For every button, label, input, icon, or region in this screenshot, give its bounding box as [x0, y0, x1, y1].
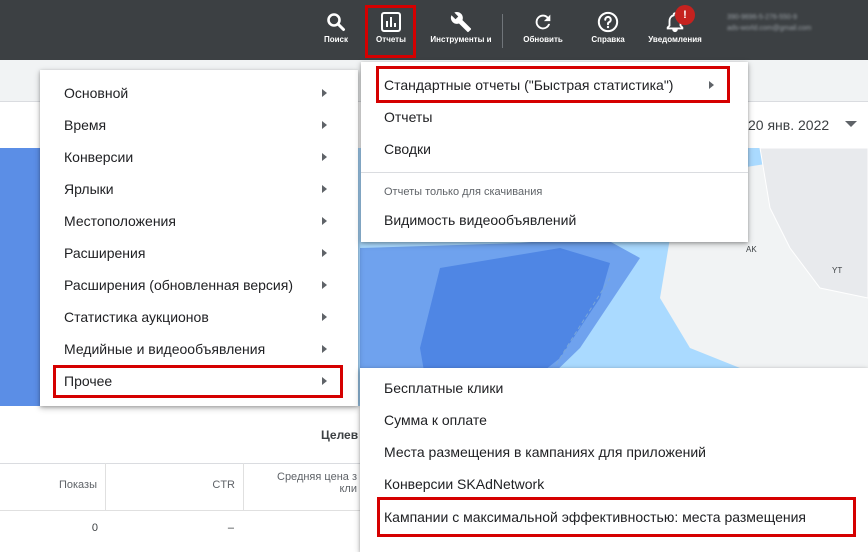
menu-item-time[interactable]: Время	[40, 109, 358, 141]
header-impressions[interactable]: Показы	[0, 463, 106, 510]
tools-button[interactable]: Инструменты и	[430, 0, 492, 60]
account-email: ads-world.com@gmail.com	[727, 25, 812, 32]
report-categories-menu: Основной Время Конверсии Ярлыки Местопол…	[40, 70, 358, 406]
help-icon	[594, 9, 622, 35]
header-ctr[interactable]: CTR	[106, 463, 244, 510]
menu-item-app-placements[interactable]: Места размещения в кампаниях для приложе…	[360, 436, 868, 468]
date-range-text[interactable]: 20 янв. 2022	[748, 117, 829, 133]
cell-impressions: 0	[91, 522, 98, 534]
account-id: 390-9696-5-276-550-9	[727, 14, 798, 21]
menu-item-skadnetwork[interactable]: Конверсии SKAdNetwork	[360, 468, 868, 500]
other-highlight	[53, 365, 343, 398]
menu-item-label: Места размещения в кампаниях для приложе…	[384, 444, 706, 460]
menu-divider	[361, 172, 748, 173]
help-label: Справка	[591, 35, 625, 44]
menu-item-label: Сумма к оплате	[384, 412, 487, 428]
search-button[interactable]: Поиск	[321, 0, 351, 60]
menu-item-auction-insights[interactable]: Статистика аукционов	[40, 301, 358, 333]
chevron-right-icon	[322, 121, 327, 129]
column-group-title: Целев	[321, 428, 359, 442]
menu-item-label: Медийные и видеообъявления	[64, 341, 266, 357]
help-button[interactable]: Справка	[588, 0, 628, 60]
refresh-icon	[529, 9, 557, 35]
refresh-button[interactable]: Обновить	[521, 0, 565, 60]
tools-label: Инструменты и	[430, 35, 492, 44]
chevron-right-icon	[322, 185, 327, 193]
menu-item-label: Время	[64, 117, 107, 133]
menu-item-amount-due[interactable]: Сумма к оплате	[360, 404, 868, 436]
menu-item-label: Статистика аукционов	[64, 309, 209, 325]
notification-badge: !	[675, 5, 695, 25]
toolbar-divider	[502, 14, 503, 48]
notifications-button[interactable]: Уведомления	[646, 0, 704, 60]
header-avg-cpc-line2: кли	[339, 483, 358, 495]
menu-item-basic[interactable]: Основной	[40, 77, 358, 109]
menu-item-extensions-new[interactable]: Расширения (обновленная версия)	[40, 269, 358, 301]
menu-item-display-video[interactable]: Медийные и видеообъявления	[40, 333, 358, 365]
menu-item-label: Конверсии	[64, 149, 134, 165]
menu-item-label: Бесплатные клики	[384, 380, 504, 396]
menu-item-label: Местоположения	[64, 213, 176, 229]
chevron-right-icon	[322, 217, 327, 225]
menu-item-label: Видимость видеообъявлений	[384, 212, 577, 228]
download-only-header: Отчеты только для скачивания	[384, 186, 543, 198]
menu-item-locations[interactable]: Местоположения	[40, 205, 358, 237]
menu-item-reports[interactable]: Отчеты	[361, 101, 748, 133]
cell-ctr: –	[227, 522, 234, 534]
account-info[interactable]: 390-9696-5-276-550-9 ads-world.com@gmail…	[727, 12, 868, 34]
menu-item-summaries[interactable]: Сводки	[361, 133, 748, 165]
search-label: Поиск	[323, 35, 348, 44]
chevron-right-icon	[322, 281, 327, 289]
reports-highlight	[365, 5, 416, 58]
map-label-ak: AK	[746, 245, 757, 254]
standard-reports-highlight	[376, 66, 730, 103]
menu-item-label: Отчеты	[384, 109, 433, 125]
menu-item-label: Расширения	[64, 245, 146, 261]
top-bar: Поиск Отчеты Инструменты и Обновить Спра…	[0, 0, 868, 60]
menu-item-free-clicks[interactable]: Бесплатные клики	[360, 372, 868, 404]
search-icon	[322, 9, 350, 35]
menu-item-conversions[interactable]: Конверсии	[40, 141, 358, 173]
chevron-right-icon	[322, 153, 327, 161]
pmax-placements-highlight	[377, 497, 856, 537]
menu-item-label: Основной	[64, 85, 129, 101]
map-label-yt: YT	[832, 266, 843, 275]
menu-item-extensions[interactable]: Расширения	[40, 237, 358, 269]
menu-item-label: Конверсии SKAdNetwork	[384, 476, 545, 492]
header-avg-cpc-line1: Средняя цена з	[277, 471, 357, 483]
chevron-right-icon	[322, 345, 327, 353]
header-avg-cpc[interactable]: Средняя цена з кли	[244, 463, 364, 510]
chevron-right-icon	[322, 313, 327, 321]
menu-item-video-visibility[interactable]: Видимость видеообъявлений	[361, 204, 748, 236]
chevron-right-icon	[322, 89, 327, 97]
wrench-icon	[447, 9, 475, 35]
notifications-label: Уведомления	[648, 35, 702, 44]
refresh-label: Обновить	[523, 35, 563, 44]
menu-item-labels[interactable]: Ярлыки	[40, 173, 358, 205]
menu-item-label: Расширения (обновленная версия)	[64, 277, 293, 293]
menu-item-label: Сводки	[384, 141, 431, 157]
menu-item-label: Ярлыки	[64, 181, 114, 197]
chevron-right-icon	[322, 249, 327, 257]
date-range-dropdown-icon[interactable]	[845, 121, 857, 127]
